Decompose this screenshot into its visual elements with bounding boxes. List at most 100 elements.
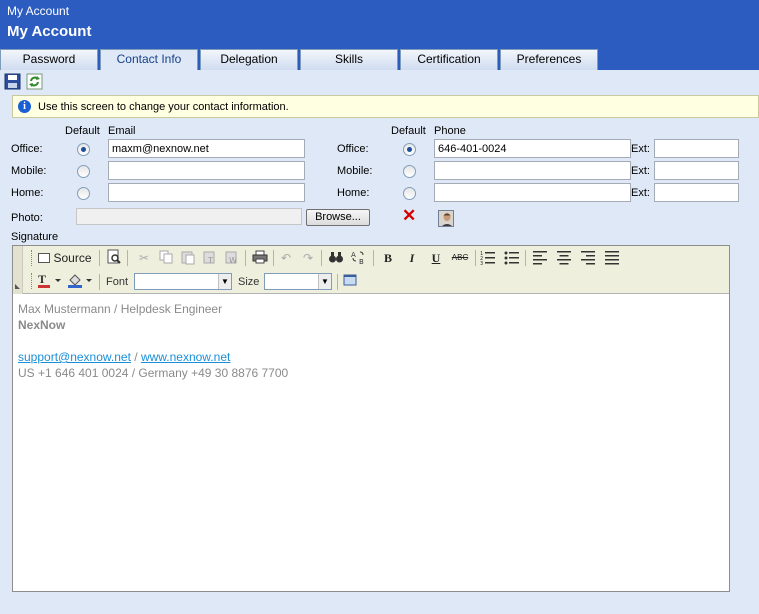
toolbar-grip xyxy=(31,273,34,289)
phone-mobile-label: Mobile: xyxy=(337,165,373,177)
delete-icon[interactable]: ✕ xyxy=(402,207,416,224)
svg-text:A: A xyxy=(351,251,356,259)
chevron-down-icon: ▼ xyxy=(218,274,231,289)
strikethrough-icon[interactable]: ABC xyxy=(449,249,471,267)
email-home-input[interactable] xyxy=(108,183,305,202)
email-office-label: Office: xyxy=(11,143,43,155)
bold-icon[interactable]: B xyxy=(379,249,397,267)
align-right-icon[interactable] xyxy=(579,249,597,267)
phone-home-input[interactable] xyxy=(434,183,631,202)
refresh-icon[interactable] xyxy=(26,73,44,90)
align-center-icon[interactable] xyxy=(555,249,573,267)
toolbar-separator xyxy=(99,250,100,266)
toolbar-separator xyxy=(127,250,128,266)
title-bar: My Account My Account xyxy=(0,0,759,46)
source-button[interactable]: Source xyxy=(37,249,93,267)
chevron-down-icon: ▼ xyxy=(318,274,331,289)
phone-header: Phone xyxy=(434,125,466,137)
undo-icon[interactable]: ↶ xyxy=(277,249,295,267)
phone-mobile-ext-input[interactable] xyxy=(654,161,739,180)
info-icon: i xyxy=(18,100,31,113)
email-home-default-radio[interactable] xyxy=(77,187,90,200)
page-title: My Account xyxy=(7,23,92,40)
tab-password[interactable]: Password xyxy=(0,49,98,70)
avatar xyxy=(438,210,454,227)
email-office-default-radio[interactable] xyxy=(77,143,90,156)
email-office-input[interactable] xyxy=(108,139,305,158)
phone-office-default-radio[interactable] xyxy=(403,143,416,156)
toolbar-separator xyxy=(337,274,338,290)
phone-mobile-ext-label: Ext: xyxy=(631,165,650,177)
underline-icon[interactable]: U xyxy=(427,249,445,267)
editor-collapse-handle[interactable] xyxy=(13,246,23,294)
toolbar-separator xyxy=(273,250,274,266)
tab-contact-info[interactable]: Contact Info xyxy=(100,49,198,71)
email-mobile-input[interactable] xyxy=(108,161,305,180)
signature-editor: Source ✂ T W ↶ ↷ AB B I U ABC 1 2 3 T Fo… xyxy=(12,245,730,592)
redo-icon[interactable]: ↷ xyxy=(299,249,317,267)
tab-delegation[interactable]: Delegation xyxy=(200,49,298,70)
svg-text:B: B xyxy=(359,258,364,265)
window-title: My Account xyxy=(7,4,70,18)
italic-icon[interactable]: I xyxy=(403,249,421,267)
signature-line-phones: US +1 646 401 0024 / Germany +49 30 8876… xyxy=(18,366,289,380)
tab-skills[interactable]: Skills xyxy=(300,49,398,70)
photo-label: Photo: xyxy=(11,212,43,224)
phone-office-ext-input[interactable] xyxy=(654,139,739,158)
toolbar-separator xyxy=(373,250,374,266)
phone-office-input[interactable] xyxy=(434,139,631,158)
info-bar: i Use this screen to change your contact… xyxy=(12,95,759,118)
phone-mobile-default-radio[interactable] xyxy=(403,165,416,178)
photo-path-input[interactable] xyxy=(76,208,302,225)
phone-home-ext-label: Ext: xyxy=(631,187,650,199)
copy-icon[interactable] xyxy=(157,249,175,267)
svg-text:T: T xyxy=(38,272,46,286)
save-icon[interactable] xyxy=(4,73,22,90)
signature-content[interactable]: Max Mustermann / Helpdesk Engineer NexNo… xyxy=(18,301,288,381)
email-mobile-label: Mobile: xyxy=(11,165,47,177)
phone-office-label: Office: xyxy=(337,143,369,155)
paste-icon[interactable] xyxy=(179,249,197,267)
browse-button[interactable]: Browse... xyxy=(306,209,370,226)
toolbar-separator xyxy=(245,250,246,266)
toolbar-grip xyxy=(31,250,34,266)
numbered-list-icon[interactable]: 123 xyxy=(479,249,497,267)
size-select[interactable]: ▼ xyxy=(264,273,332,290)
text-color-icon[interactable]: T xyxy=(37,272,63,290)
background-color-icon[interactable] xyxy=(67,272,95,290)
tab-strip: Password Contact Info Delegation Skills … xyxy=(0,46,759,71)
justify-icon[interactable] xyxy=(603,249,621,267)
cut-icon[interactable]: ✂ xyxy=(135,249,153,267)
support-email-link[interactable]: support@nexnow.net xyxy=(18,350,131,364)
bullet-list-icon[interactable] xyxy=(503,249,521,267)
svg-text:T: T xyxy=(207,256,213,265)
phone-office-ext-label: Ext: xyxy=(631,143,650,155)
phone-home-default-radio[interactable] xyxy=(403,187,416,200)
info-text: Use this screen to change your contact i… xyxy=(38,101,289,113)
replace-icon[interactable]: AB xyxy=(349,249,367,267)
source-icon xyxy=(38,253,51,263)
website-link[interactable]: www.nexnow.net xyxy=(141,350,230,364)
tab-certification[interactable]: Certification xyxy=(400,49,498,70)
signature-line-company: NexNow xyxy=(18,318,66,332)
print-icon[interactable] xyxy=(251,249,269,267)
paste-word-icon[interactable]: W xyxy=(223,249,241,267)
email-header: Email xyxy=(108,125,136,137)
email-mobile-default-radio[interactable] xyxy=(77,165,90,178)
signature-line-links: support@nexnow.net / www.nexnow.net xyxy=(18,349,288,365)
preview-icon[interactable] xyxy=(105,249,123,267)
font-select[interactable]: ▼ xyxy=(134,273,232,290)
signature-label: Signature xyxy=(11,231,59,243)
phone-home-ext-input[interactable] xyxy=(654,183,739,202)
signature-link-separator: / xyxy=(130,350,141,364)
phone-default-header: Default xyxy=(391,125,426,137)
find-icon[interactable] xyxy=(327,249,345,267)
tab-preferences[interactable]: Preferences xyxy=(500,49,598,70)
signature-line-name: Max Mustermann / Helpdesk Engineer xyxy=(18,302,223,316)
phone-mobile-input[interactable] xyxy=(434,161,631,180)
paste-text-icon[interactable]: T xyxy=(201,249,219,267)
editor-toolbar: Source ✂ T W ↶ ↷ AB B I U ABC 1 2 3 T Fo… xyxy=(13,246,729,294)
maximize-icon[interactable] xyxy=(341,272,359,290)
svg-text:3: 3 xyxy=(480,261,483,265)
align-left-icon[interactable] xyxy=(531,249,549,267)
